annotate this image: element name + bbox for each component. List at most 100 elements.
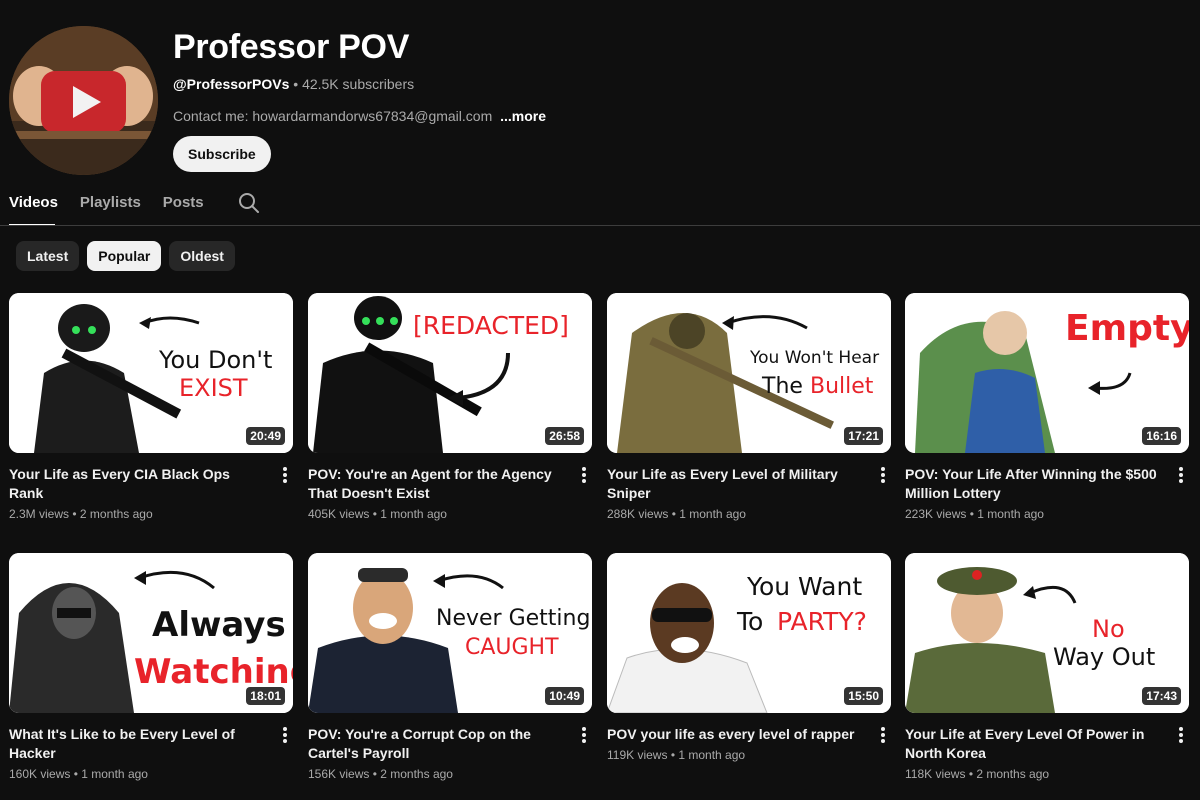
upload-age: 1 month ago xyxy=(81,767,148,781)
video-card[interactable]: You Don't EXIST 20:49 Your Life as Every… xyxy=(9,293,293,521)
more-options-icon[interactable] xyxy=(1173,725,1189,745)
view-count: 2.3M views xyxy=(9,507,70,521)
more-link[interactable]: ...more xyxy=(500,108,546,124)
sort-chips: Latest Popular Oldest xyxy=(16,241,243,271)
view-count: 288K views xyxy=(607,507,669,521)
channel-page: Professor POV @ProfessorPOVs • 42.5K sub… xyxy=(0,0,1200,800)
more-options-icon[interactable] xyxy=(576,465,592,485)
video-card[interactable]: Never Getting CAUGHT 10:49 POV: You're a… xyxy=(308,553,592,781)
video-meta: 405K views • 1 month ago xyxy=(308,507,447,521)
thumb-caption-accent: PARTY? xyxy=(777,607,867,636)
thumb-caption-accent: EXIST xyxy=(179,374,248,402)
upload-age: 2 months ago xyxy=(79,507,153,521)
video-card[interactable]: [REDACTED] 26:58 POV: You're an Agent fo… xyxy=(308,293,592,521)
tab-videos[interactable]: Videos xyxy=(9,188,58,218)
view-count: 156K views xyxy=(308,767,370,781)
thumb-caption-accent: No xyxy=(1092,615,1125,643)
more-options-icon[interactable] xyxy=(1173,465,1189,485)
subscriber-count: 42.5K subscribers xyxy=(302,76,415,92)
video-duration: 15:50 xyxy=(844,687,883,705)
meta-separator: • xyxy=(289,76,303,92)
view-count: 223K views xyxy=(905,507,967,521)
tab-playlists[interactable]: Playlists xyxy=(80,188,141,218)
more-options-icon[interactable] xyxy=(875,725,891,745)
video-title[interactable]: What It's Like to be Every Level of Hack… xyxy=(9,725,264,763)
upload-age: 2 months ago xyxy=(380,767,453,781)
video-duration: 20:49 xyxy=(246,427,285,445)
video-title[interactable]: Your Life at Every Level Of Power in Nor… xyxy=(905,725,1160,763)
video-title[interactable]: POV: You're an Agent for the Agency That… xyxy=(308,465,563,503)
channel-info: Professor POV @ProfessorPOVs • 42.5K sub… xyxy=(173,26,546,172)
channel-description[interactable]: Contact me: howardarmandorws67834@gmail.… xyxy=(173,108,546,124)
video-card[interactable]: Always Watching 18:01 What It's Like to … xyxy=(9,553,293,781)
upload-age: 1 month ago xyxy=(977,507,1044,521)
video-meta: 156K views • 2 months ago xyxy=(308,767,453,781)
video-card[interactable]: You Want To PARTY? 15:50 POV your life a… xyxy=(607,553,891,762)
more-options-icon[interactable] xyxy=(875,465,891,485)
video-meta: 160K views • 1 month ago xyxy=(9,767,148,781)
video-title[interactable]: POV: Your Life After Winning the $500 Mi… xyxy=(905,465,1160,503)
video-card[interactable]: Empty 16:16 POV: Your Life After Winning… xyxy=(905,293,1189,521)
channel-name: Professor POV xyxy=(173,28,410,66)
upload-age: 1 month ago xyxy=(678,748,746,762)
video-thumbnail[interactable]: Never Getting CAUGHT 10:49 xyxy=(308,553,592,713)
video-title[interactable]: Your Life as Every CIA Black Ops Rank xyxy=(9,465,264,503)
video-card[interactable]: You Won't Hear The Bullet 17:21 Your Lif… xyxy=(607,293,891,521)
subscribe-button[interactable]: Subscribe xyxy=(173,136,271,172)
video-title[interactable]: POV your life as every level of rapper xyxy=(607,725,862,744)
thumb-caption: Way Out xyxy=(1053,643,1155,671)
video-duration: 17:21 xyxy=(844,427,883,445)
view-count: 119K views xyxy=(607,748,668,762)
more-options-icon[interactable] xyxy=(277,465,293,485)
chip-oldest[interactable]: Oldest xyxy=(169,241,235,271)
thumb-caption: You Want xyxy=(746,572,862,601)
channel-handle: @ProfessorPOVs xyxy=(173,76,290,92)
video-meta: 119K views • 1 month ago xyxy=(607,748,746,762)
search-icon[interactable] xyxy=(238,192,260,214)
view-count: 118K views xyxy=(905,767,966,781)
channel-tabs: Videos Playlists Posts xyxy=(9,188,260,218)
video-title[interactable]: POV: You're a Corrupt Cop on the Cartel'… xyxy=(308,725,563,763)
chip-popular[interactable]: Popular xyxy=(87,241,162,271)
channel-header: Professor POV @ProfessorPOVs • 42.5K sub… xyxy=(9,26,1189,176)
thumb-caption-accent: Bullet xyxy=(810,374,874,399)
thumb-caption-accent: Watching xyxy=(134,652,293,692)
channel-meta: @ProfessorPOVs • 42.5K subscribers xyxy=(173,76,546,92)
video-thumbnail[interactable]: Always Watching 18:01 xyxy=(9,553,293,713)
tab-posts[interactable]: Posts xyxy=(163,188,204,218)
video-duration: 16:16 xyxy=(1142,427,1181,445)
chip-latest[interactable]: Latest xyxy=(16,241,80,271)
video-thumbnail[interactable]: You Want To PARTY? 15:50 xyxy=(607,553,891,713)
video-title[interactable]: Your Life as Every Level of Military Sni… xyxy=(607,465,862,503)
video-meta: 223K views • 1 month ago xyxy=(905,507,1044,521)
tabs-divider xyxy=(0,225,1200,226)
thumb-caption: You Don't xyxy=(158,346,272,374)
more-options-icon[interactable] xyxy=(576,725,592,745)
thumb-caption-accent: CAUGHT xyxy=(465,635,559,660)
thumb-caption: [REDACTED] xyxy=(413,311,569,340)
upload-age: 1 month ago xyxy=(679,507,746,521)
video-thumbnail[interactable]: No Way Out 17:43 xyxy=(905,553,1189,713)
description-text: Contact me: howardarmandorws67834@gmail.… xyxy=(173,108,493,124)
video-duration: 26:58 xyxy=(545,427,584,445)
more-options-icon[interactable] xyxy=(277,725,293,745)
view-count: 405K views xyxy=(308,507,370,521)
video-thumbnail[interactable]: [REDACTED] 26:58 xyxy=(308,293,592,453)
video-card[interactable]: No Way Out 17:43 Your Life at Every Leve… xyxy=(905,553,1189,781)
video-meta: 288K views • 1 month ago xyxy=(607,507,746,521)
video-duration: 18:01 xyxy=(246,687,285,705)
view-count: 160K views xyxy=(9,767,71,781)
video-thumbnail[interactable]: You Don't EXIST 20:49 xyxy=(9,293,293,453)
thumb-caption: You Won't Hear xyxy=(749,348,879,368)
upload-age: 2 months ago xyxy=(976,767,1050,781)
thumb-caption: To xyxy=(736,607,763,636)
upload-age: 1 month ago xyxy=(380,507,447,521)
channel-avatar[interactable] xyxy=(9,26,158,175)
video-thumbnail[interactable]: You Won't Hear The Bullet 17:21 xyxy=(607,293,891,453)
video-thumbnail[interactable]: Empty 16:16 xyxy=(905,293,1189,453)
video-duration: 17:43 xyxy=(1142,687,1181,705)
video-duration: 10:49 xyxy=(545,687,584,705)
video-meta: 2.3M views • 2 months ago xyxy=(9,507,153,521)
thumb-caption: The xyxy=(761,374,803,399)
thumb-caption-accent: Empty xyxy=(1065,308,1189,349)
